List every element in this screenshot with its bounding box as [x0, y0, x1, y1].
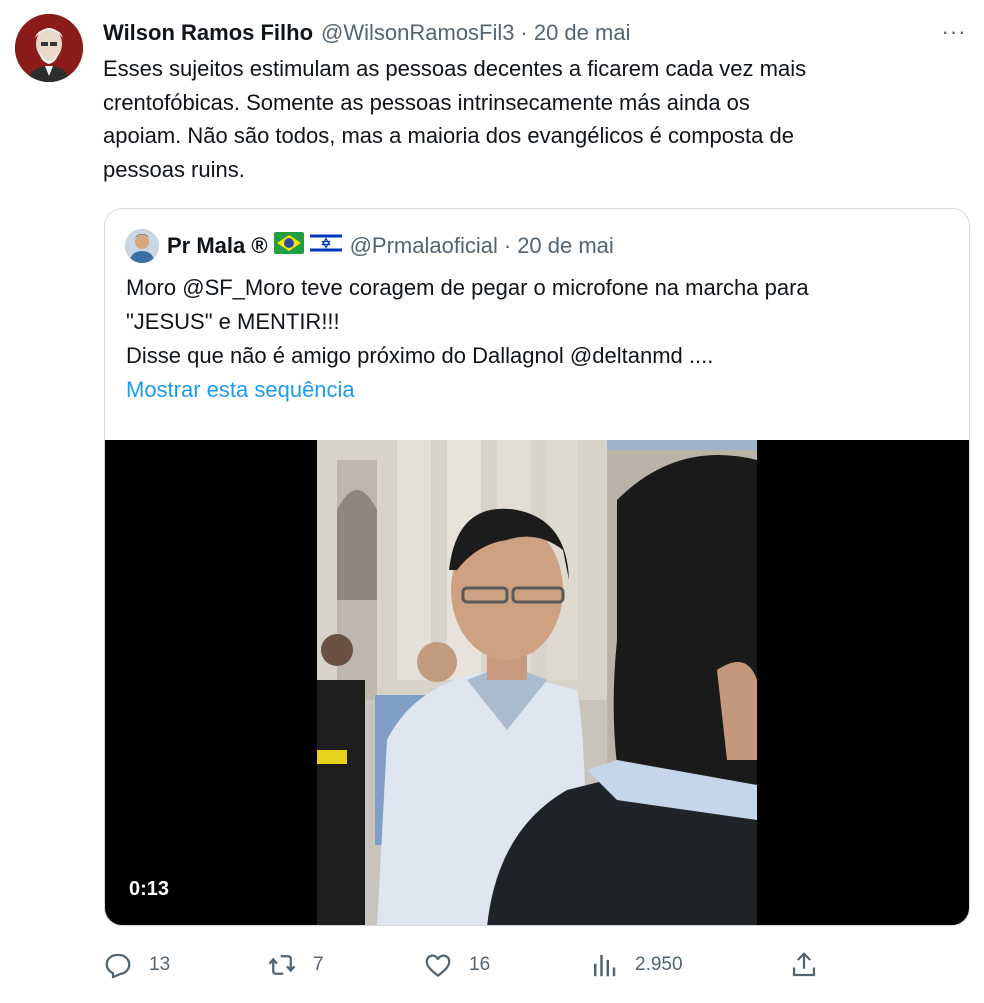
- tweet-date[interactable]: 20 de mai: [534, 20, 631, 46]
- share-button[interactable]: [789, 946, 819, 984]
- quoted-author-handle[interactable]: @Prmalaoficial: [350, 233, 498, 259]
- share-icon: [792, 952, 816, 977]
- reply-button[interactable]: 13: [103, 946, 170, 984]
- header-separator: ·: [520, 20, 528, 45]
- tweet-text-line: Esses sujeitos estimulam as pessoas dece…: [103, 56, 807, 81]
- views-count: 2.950: [635, 954, 683, 975]
- retweet-button[interactable]: 7: [267, 946, 324, 984]
- quoted-tweet-header: Pr Mala ® @Prmalaoficial · 20 de mai: [125, 229, 614, 263]
- quoted-author-name[interactable]: Pr Mala ®: [167, 233, 268, 259]
- tweet-actions: 13 7 16 2.950: [103, 946, 963, 984]
- author-avatar[interactable]: [15, 14, 83, 82]
- views-button[interactable]: 2.950: [589, 946, 683, 984]
- views-icon: [594, 955, 616, 977]
- quoted-tweet-date[interactable]: 20 de mai: [517, 233, 614, 259]
- heart-icon: [425, 954, 451, 977]
- tweet-text-line: apoiam. Não são todos, mas a maioria dos…: [103, 123, 794, 148]
- quoted-text-line: "JESUS" e MENTIR!!!: [126, 309, 340, 334]
- quoted-text-line: Moro @SF_Moro teve coragem de pegar o mi…: [126, 275, 809, 300]
- video-player[interactable]: 0:13: [105, 440, 969, 925]
- author-handle[interactable]: @WilsonRamosFil3: [321, 20, 514, 46]
- quoted-tweet-text: Moro @SF_Moro teve coragem de pegar o mi…: [126, 271, 956, 407]
- israel-flag-icon: [309, 231, 342, 260]
- reply-count: 13: [149, 954, 171, 975]
- reply-icon: [105, 953, 131, 979]
- quoted-author-avatar[interactable]: [125, 229, 159, 263]
- quoted-header-separator: ·: [503, 233, 512, 258]
- quoted-text-line: Disse que não é amigo próximo do Dallagn…: [126, 343, 714, 368]
- retweet-count: 7: [313, 954, 324, 975]
- tweet-text-line: crentofóbicas. Somente as pessoas intrin…: [103, 89, 750, 115]
- tweet-card[interactable]: Wilson Ramos Filho @WilsonRamosFil3 · 20…: [0, 0, 984, 1003]
- brazil-flag-icon: [273, 232, 304, 260]
- quoted-tweet[interactable]: Pr Mala ® @Prmalaoficial · 20 de mai Mor…: [104, 208, 970, 926]
- tweet-text-line: pessoas ruins.: [103, 156, 245, 182]
- tweet-text: Esses sujeitos estimulam as pessoas dece…: [103, 52, 963, 186]
- tweet-header: Wilson Ramos Filho @WilsonRamosFil3 · 20…: [103, 18, 630, 48]
- show-thread-link[interactable]: Mostrar esta sequência: [126, 373, 956, 407]
- more-icon: ···: [941, 19, 967, 44]
- more-options-button[interactable]: ···: [938, 18, 970, 46]
- like-count: 16: [469, 954, 491, 975]
- video-duration: 0:13: [119, 876, 180, 903]
- author-name[interactable]: Wilson Ramos Filho: [103, 20, 313, 46]
- video-frame[interactable]: [317, 440, 757, 925]
- retweet-icon: [268, 955, 296, 975]
- like-button[interactable]: 16: [423, 946, 490, 984]
